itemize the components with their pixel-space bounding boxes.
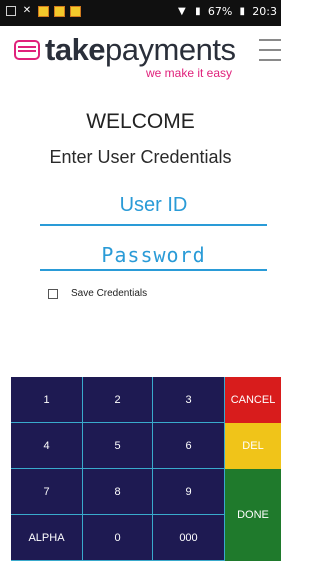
key-alpha[interactable]: ALPHA: [11, 515, 83, 561]
credentials-subtitle: Enter User Credentials: [49, 147, 232, 167]
done-button[interactable]: DONE: [225, 469, 281, 561]
cancel-button[interactable]: CANCEL: [225, 377, 281, 423]
welcome-heading: WELCOME: [86, 110, 195, 133]
key-2[interactable]: 2: [83, 377, 153, 423]
save-credentials-row[interactable]: Save Credentials: [48, 288, 147, 299]
menu-icon[interactable]: [257, 36, 281, 64]
status-time: 20:3: [252, 5, 277, 18]
card-logo-icon: [14, 40, 40, 60]
password-input[interactable]: Password: [40, 243, 267, 271]
key-4[interactable]: 4: [11, 423, 83, 469]
battery-icon: ▮: [239, 5, 246, 17]
key-5[interactable]: 5: [83, 423, 153, 469]
status-bar-left: ✕: [6, 5, 81, 17]
key-000[interactable]: 000: [153, 515, 225, 561]
status-bar: ✕ ▼ ▮ 67% ▮ 20:3: [0, 0, 281, 26]
brand-tagline: we make it easy: [146, 66, 233, 80]
battery-percent: 67%: [207, 5, 233, 18]
key-0[interactable]: 0: [83, 515, 153, 561]
save-credentials-label: Save Credentials: [71, 288, 148, 299]
key-6[interactable]: 6: [153, 423, 225, 469]
key-3[interactable]: 3: [153, 377, 225, 423]
app-icon: [54, 5, 65, 17]
key-1[interactable]: 1: [11, 377, 83, 423]
numeric-keypad: 000 0 ALPHA 9 8 7 6 5 4 3 2 1 CANCEL DEL DONE: [11, 377, 281, 561]
signal-icon: ▮: [195, 5, 201, 17]
key-7[interactable]: 7: [11, 469, 83, 515]
user-id-input[interactable]: User ID: [40, 194, 267, 226]
image-icon: [6, 6, 16, 16]
app-icon: [38, 5, 49, 17]
app-header: takepayments we make it easy: [0, 26, 281, 88]
key-9[interactable]: 9: [153, 469, 225, 515]
delete-button[interactable]: DEL: [225, 423, 281, 469]
brand-name-bold: take: [45, 32, 106, 67]
key-8[interactable]: 8: [83, 469, 153, 515]
save-credentials-checkbox[interactable]: [48, 288, 58, 299]
brand-logo: takepayments: [45, 32, 236, 68]
status-bar-right: ▼ ▮ 67% ▮ 20:3: [176, 5, 277, 18]
brand-name-rest: payments: [105, 32, 236, 67]
wifi-icon: ▼: [177, 5, 186, 17]
app-icon: [70, 5, 81, 17]
close-icon: ✕: [22, 5, 32, 16]
